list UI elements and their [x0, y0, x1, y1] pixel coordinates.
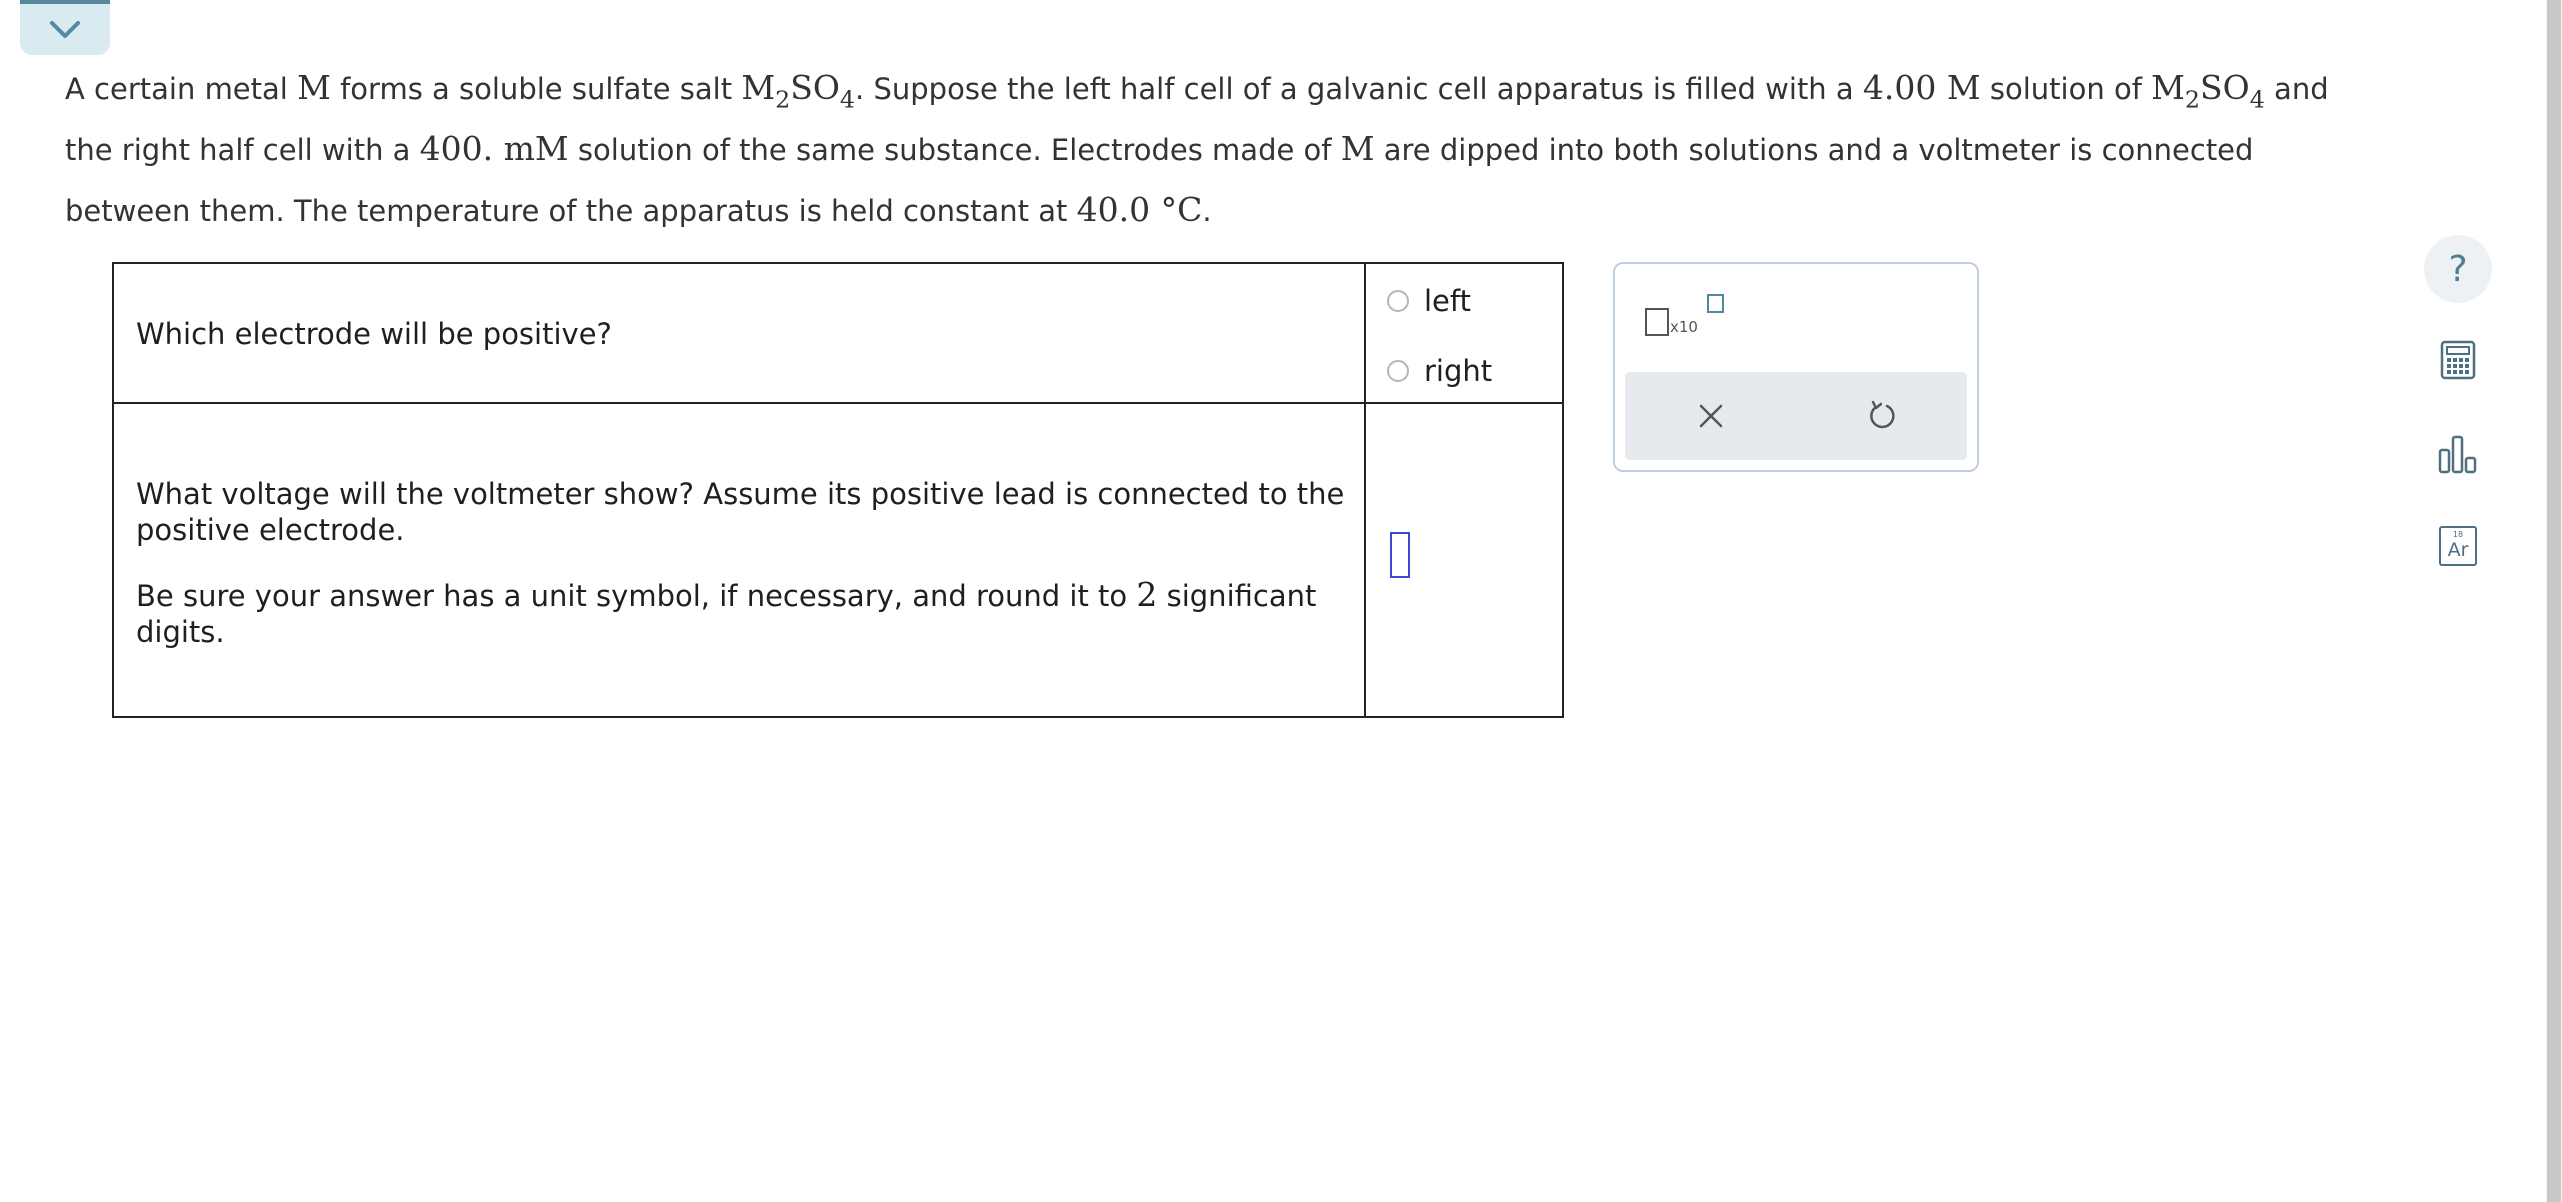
salt-formula: M2SO4: [741, 68, 856, 114]
salt-formula: M2SO4: [2151, 68, 2265, 114]
answer-tool-panel: x10: [1613, 262, 1979, 472]
question-1-text: Which electrode will be positive?: [136, 317, 612, 351]
option-left-label: left: [1424, 284, 1471, 318]
help-button[interactable]: ?: [2424, 235, 2492, 303]
element-symbol: Ar: [2447, 539, 2469, 561]
x10-label: x10: [1670, 318, 1698, 336]
calculator-button[interactable]: [2424, 326, 2492, 394]
tool-action-bar: [1625, 372, 1967, 460]
right-concentration: 400. mM: [419, 129, 569, 168]
table-divider: [1364, 264, 1366, 716]
scientific-notation-button[interactable]: x10: [1645, 294, 1725, 344]
metal-symbol: M: [1340, 129, 1375, 168]
scrollbar-thumb[interactable]: [2547, 0, 2561, 1202]
chevron-down-icon: [50, 20, 80, 38]
left-concentration: 4.00 M: [1862, 68, 1981, 107]
close-icon: [1699, 404, 1722, 428]
calculator-icon: [2440, 340, 2476, 380]
data-chart-button[interactable]: [2424, 420, 2492, 488]
bar-chart-icon: [2438, 435, 2477, 474]
option-right-label: right: [1424, 354, 1493, 388]
exponent-box-icon: [1707, 294, 1724, 313]
question-table: Which electrode will be positive? left r…: [112, 262, 1564, 718]
help-icon: ?: [2448, 248, 2468, 290]
option-right[interactable]: right: [1387, 354, 1492, 388]
undo-icon: [1869, 400, 1895, 429]
radio-right[interactable]: [1387, 360, 1409, 382]
periodic-table-icon: 18 Ar: [2439, 526, 2477, 566]
atomic-number: 18: [2452, 530, 2464, 539]
temperature: 40.0 °C: [1076, 190, 1203, 229]
option-left[interactable]: left: [1387, 284, 1471, 318]
clear-button[interactable]: [1681, 386, 1741, 446]
collapse-toggle-button[interactable]: [20, 0, 110, 55]
base-box-icon: [1645, 308, 1669, 336]
table-divider: [114, 402, 1562, 404]
problem-statement: A certain metal M forms a soluble sulfat…: [65, 68, 2329, 229]
question-2-instruction: Be sure your answer has a unit symbol, i…: [136, 575, 1317, 650]
metal-symbol: M: [297, 68, 331, 107]
radio-left[interactable]: [1387, 290, 1409, 312]
question-2-text: What voltage will the voltmeter show? As…: [136, 477, 1345, 547]
undo-button[interactable]: [1852, 386, 1912, 446]
periodic-table-button[interactable]: 18 Ar: [2424, 512, 2492, 580]
voltage-answer-input[interactable]: [1390, 532, 1410, 578]
